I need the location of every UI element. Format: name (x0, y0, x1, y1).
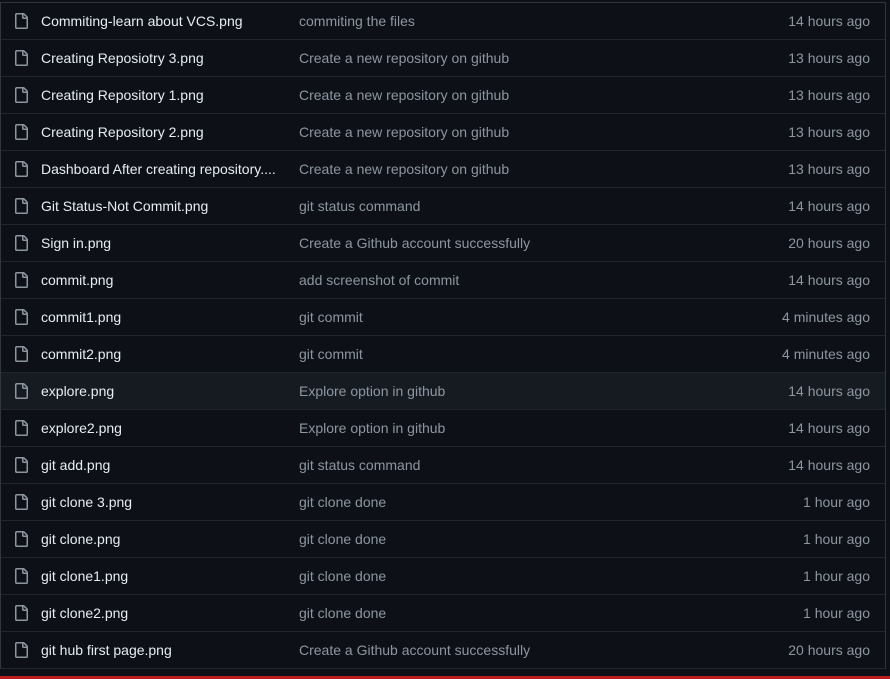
commit-time: 20 hours ago (788, 642, 870, 658)
file-icon (1, 198, 41, 214)
file-icon (1, 13, 41, 29)
commit-message-link[interactable]: git clone done (299, 494, 725, 510)
file-icon (1, 161, 41, 177)
commit-time: 14 hours ago (788, 457, 870, 473)
file-name-link[interactable]: commit2.png (41, 346, 299, 362)
commit-time: 1 hour ago (803, 494, 870, 510)
commit-message-link[interactable]: Create a new repository on github (299, 124, 725, 140)
file-row[interactable]: explore2.png Explore option in github 14… (1, 410, 885, 447)
file-icon (1, 605, 41, 621)
file-icon (1, 124, 41, 140)
file-row[interactable]: commit2.png git commit 4 minutes ago (1, 336, 885, 373)
commit-time: 1 hour ago (803, 568, 870, 584)
commit-time: 13 hours ago (788, 87, 870, 103)
file-icon (1, 531, 41, 547)
file-row[interactable]: git hub first page.png Create a Github a… (1, 632, 885, 669)
commit-message-link[interactable]: git clone done (299, 605, 725, 621)
file-name-link[interactable]: explore2.png (41, 420, 299, 436)
file-row[interactable]: Sign in.png Create a Github account succ… (1, 225, 885, 262)
file-icon (1, 383, 41, 399)
commit-message-link[interactable]: git clone done (299, 531, 725, 547)
commit-message-link[interactable]: Create a new repository on github (299, 87, 725, 103)
commit-message-link[interactable]: git commit (299, 346, 725, 362)
file-icon (1, 494, 41, 510)
file-row[interactable]: git clone1.png git clone done 1 hour ago (1, 558, 885, 595)
file-name-link[interactable]: git hub first page.png (41, 642, 299, 658)
commit-time: 20 hours ago (788, 235, 870, 251)
repository-file-browser: Commiting-learn about VCS.png commiting … (0, 0, 890, 679)
file-name-link[interactable]: Git Status-Not Commit.png (41, 198, 299, 214)
file-name-link[interactable]: commit1.png (41, 309, 299, 325)
file-icon (1, 420, 41, 436)
file-name-link[interactable]: git clone1.png (41, 568, 299, 584)
file-icon (1, 235, 41, 251)
file-icon (1, 457, 41, 473)
file-row[interactable]: Commiting-learn about VCS.png commiting … (1, 3, 885, 40)
commit-message-link[interactable]: Create a new repository on github (299, 161, 725, 177)
commit-message-link[interactable]: git commit (299, 309, 725, 325)
file-name-link[interactable]: Creating Repository 2.png (41, 124, 299, 140)
file-name-link[interactable]: Creating Repository 1.png (41, 87, 299, 103)
commit-message-link[interactable]: Create a new repository on github (299, 50, 725, 66)
commit-time: 13 hours ago (788, 50, 870, 66)
commit-message-link[interactable]: Explore option in github (299, 383, 725, 399)
file-row[interactable]: Creating Repository 1.png Create a new r… (1, 77, 885, 114)
file-icon (1, 50, 41, 66)
file-row[interactable]: git clone.png git clone done 1 hour ago (1, 521, 885, 558)
file-row[interactable]: Dashboard After creating repository.... … (1, 151, 885, 188)
file-row[interactable]: commit1.png git commit 4 minutes ago (1, 299, 885, 336)
file-name-link[interactable]: Creating Reposiotry 3.png (41, 50, 299, 66)
commit-message-link[interactable]: git clone done (299, 568, 725, 584)
file-icon (1, 346, 41, 362)
commit-time: 4 minutes ago (782, 346, 870, 362)
commit-message-link[interactable]: Explore option in github (299, 420, 725, 436)
commit-time: 14 hours ago (788, 383, 870, 399)
file-name-link[interactable]: Commiting-learn about VCS.png (41, 13, 299, 29)
file-icon (1, 87, 41, 103)
file-icon (1, 568, 41, 584)
commit-time: 14 hours ago (788, 13, 870, 29)
file-row[interactable]: Creating Reposiotry 3.png Create a new r… (1, 40, 885, 77)
file-row[interactable]: explore.png Explore option in github 14 … (1, 373, 885, 410)
file-name-link[interactable]: Sign in.png (41, 235, 299, 251)
commit-time: 14 hours ago (788, 420, 870, 436)
commit-message-link[interactable]: Create a Github account successfully (299, 235, 725, 251)
commit-time: 13 hours ago (788, 161, 870, 177)
file-icon (1, 309, 41, 325)
commit-message-link[interactable]: add screenshot of commit (299, 272, 725, 288)
file-name-link[interactable]: Dashboard After creating repository.... (41, 161, 299, 177)
file-icon (1, 642, 41, 658)
file-name-link[interactable]: git clone 3.png (41, 494, 299, 510)
file-name-link[interactable]: git add.png (41, 457, 299, 473)
file-name-link[interactable]: explore.png (41, 383, 299, 399)
commit-time: 14 hours ago (788, 198, 870, 214)
file-row[interactable]: Git Status-Not Commit.png git status com… (1, 188, 885, 225)
file-row[interactable]: git clone2.png git clone done 1 hour ago (1, 595, 885, 632)
commit-time: 14 hours ago (788, 272, 870, 288)
commit-message-link[interactable]: commiting the files (299, 13, 725, 29)
file-row[interactable]: commit.png add screenshot of commit 14 h… (1, 262, 885, 299)
file-row[interactable]: Creating Repository 2.png Create a new r… (1, 114, 885, 151)
file-name-link[interactable]: commit.png (41, 272, 299, 288)
file-list: Commiting-learn about VCS.png commiting … (0, 2, 886, 669)
file-icon (1, 272, 41, 288)
commit-message-link[interactable]: git status command (299, 198, 725, 214)
commit-time: 1 hour ago (803, 531, 870, 547)
commit-message-link[interactable]: git status command (299, 457, 725, 473)
file-row[interactable]: git add.png git status command 14 hours … (1, 447, 885, 484)
commit-time: 13 hours ago (788, 124, 870, 140)
file-name-link[interactable]: git clone2.png (41, 605, 299, 621)
file-row[interactable]: git clone 3.png git clone done 1 hour ag… (1, 484, 885, 521)
commit-message-link[interactable]: Create a Github account successfully (299, 642, 725, 658)
commit-time: 1 hour ago (803, 605, 870, 621)
commit-time: 4 minutes ago (782, 309, 870, 325)
file-name-link[interactable]: git clone.png (41, 531, 299, 547)
